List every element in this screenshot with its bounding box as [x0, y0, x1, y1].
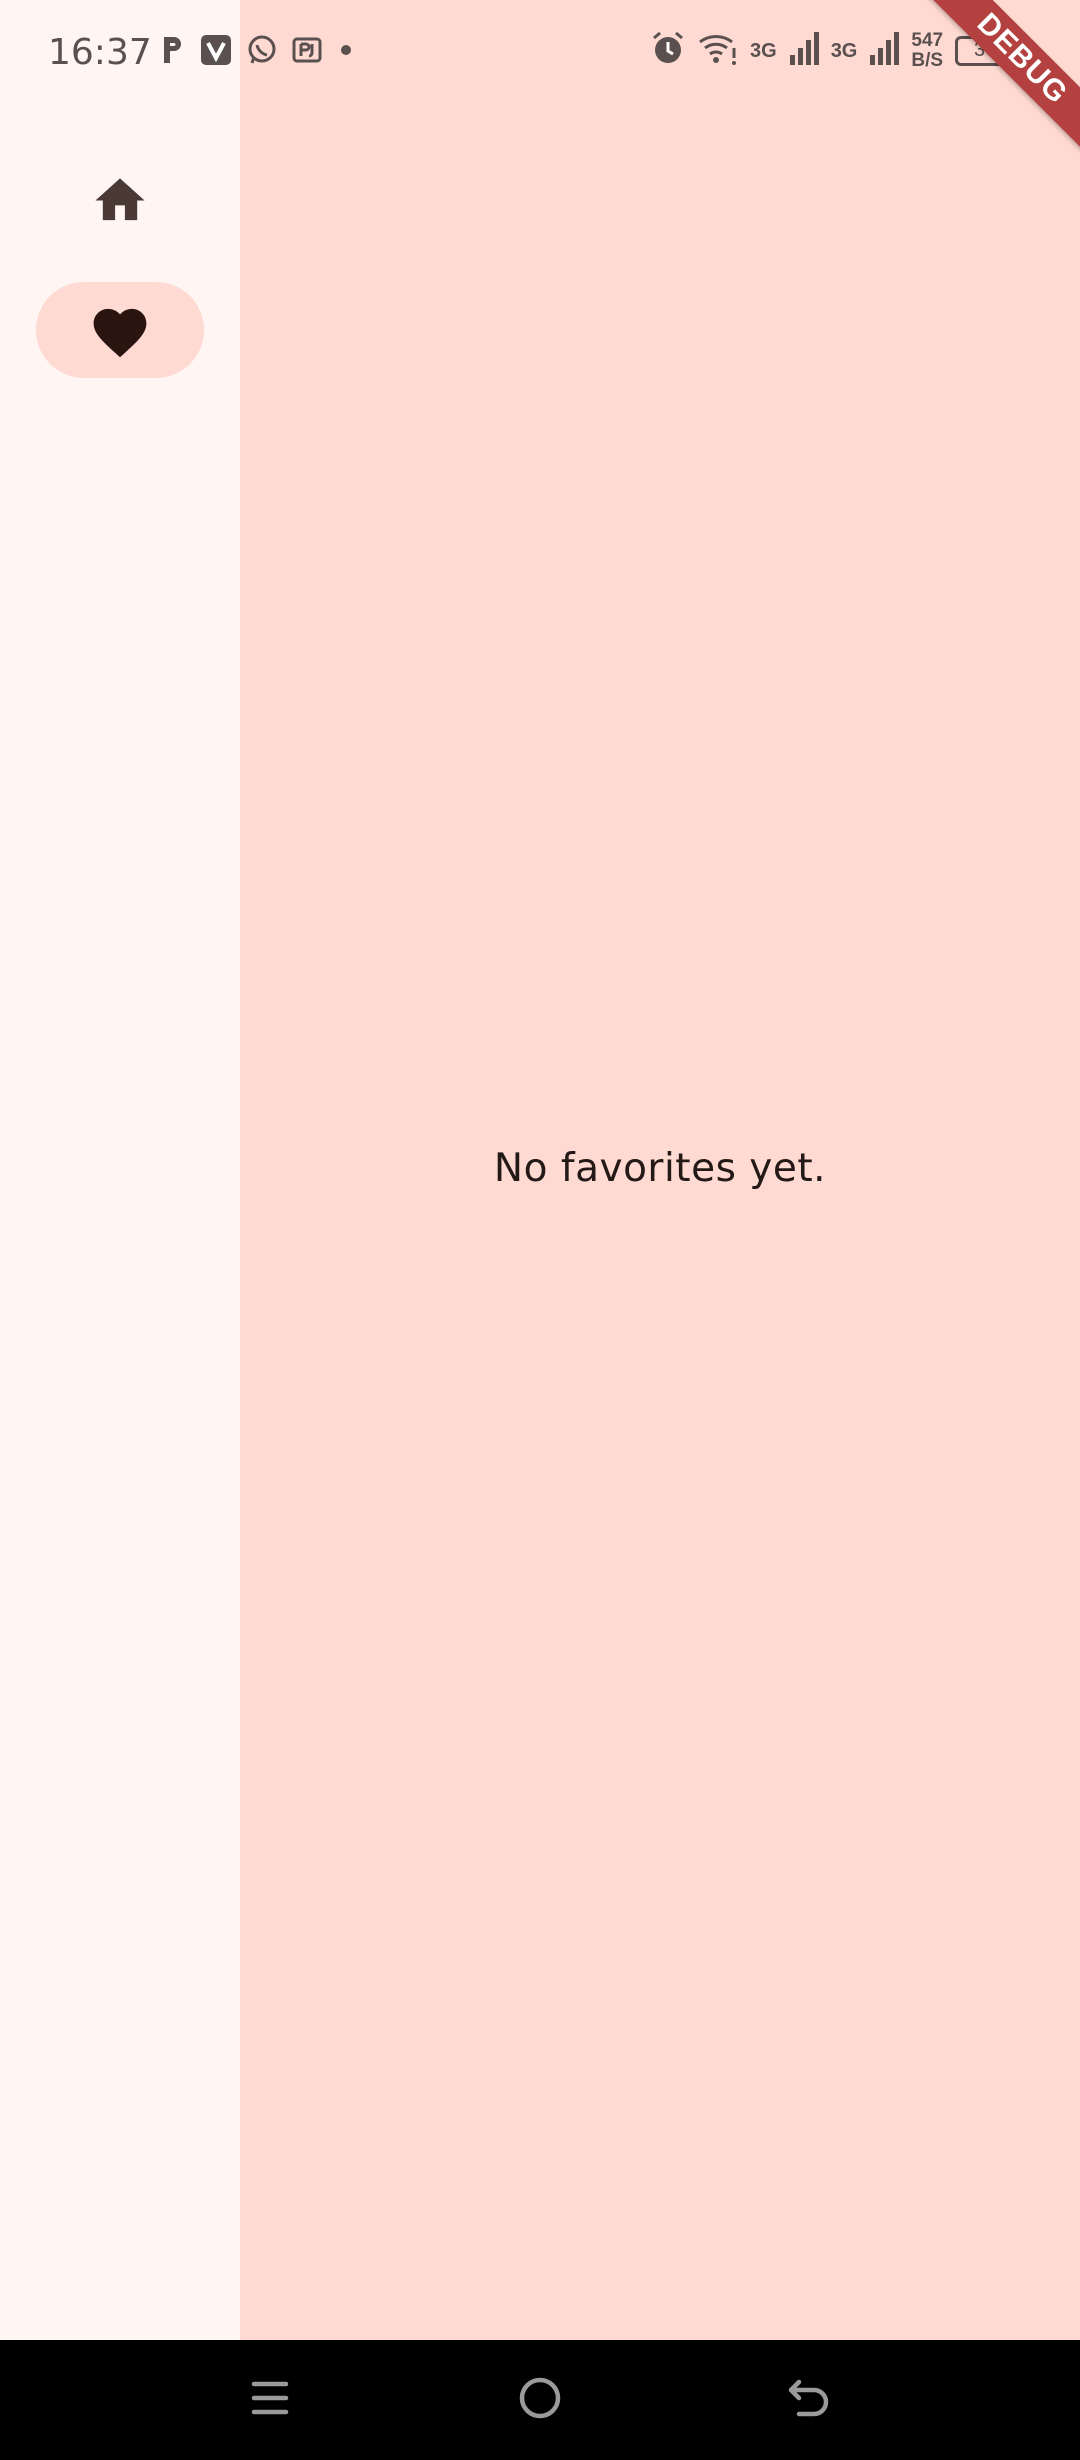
- back-button[interactable]: [780, 2370, 840, 2430]
- rail-item-home[interactable]: [36, 150, 204, 246]
- home-button[interactable]: [510, 2370, 570, 2430]
- app-screen: No favorites yet. 16:37 3G 3G 547 B/S DE…: [0, 0, 1080, 2460]
- home-icon: [90, 171, 150, 225]
- recent-apps-button[interactable]: [240, 2370, 300, 2430]
- empty-state-message: No favorites yet.: [493, 1146, 827, 1191]
- heart-icon: [88, 301, 152, 359]
- circle-icon: [517, 2375, 563, 2426]
- back-arrow-icon: [787, 2376, 833, 2425]
- navigation-rail: [0, 0, 240, 2340]
- system-nav-bar: [0, 2340, 1080, 2460]
- menu-icon: [248, 2376, 292, 2425]
- favorites-content: No favorites yet.: [240, 0, 1080, 2340]
- rail-item-favorites[interactable]: [36, 282, 204, 378]
